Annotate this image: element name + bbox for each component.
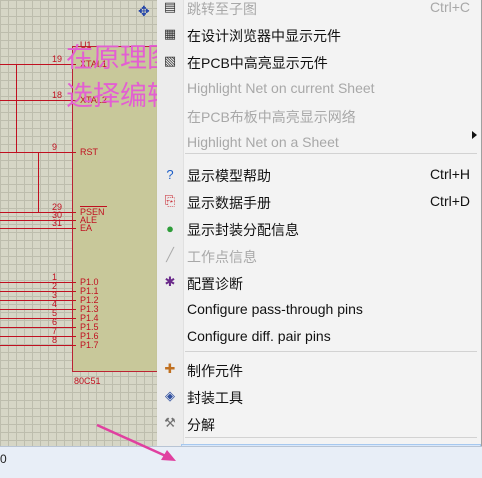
annotation-arrow [96,423,176,461]
